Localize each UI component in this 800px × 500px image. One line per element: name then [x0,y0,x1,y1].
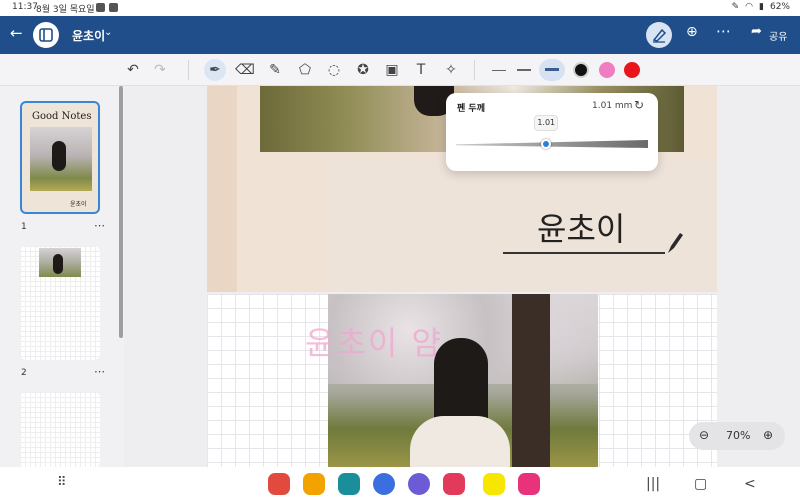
pen-width-popup: 펜 두께 1.01 mm ↻ 1.01 [446,93,658,171]
reset-icon[interactable]: ↻ [634,98,644,112]
home-icon[interactable]: ▢ [694,476,707,492]
kakaotalk-app-icon[interactable] [483,473,505,495]
gallery-app-icon[interactable] [518,473,540,495]
sticker-icon[interactable]: ✪ [352,59,374,81]
files-app-icon[interactable] [303,473,325,495]
shapes-icon[interactable]: ⬠ [294,59,316,81]
pen-mode-icon [652,28,667,43]
system-navigation-bar: ⠿ ||| ▢ < [0,467,800,500]
thumbnail-more-icon[interactable]: ⋯ [94,219,106,232]
status-right: ✎ ◠ ▮ 62% [732,2,790,12]
thumbnail-label-2: 2 [21,368,27,378]
more-icon[interactable]: ⋯ [716,22,731,40]
document-title[interactable]: 윤초이 [72,27,105,44]
image-icon[interactable]: ▣ [381,59,403,81]
thumbnail-cover-title: Good Notes [32,111,92,122]
zoom-out-icon[interactable]: ⊖ [699,428,709,442]
color-black-swatch[interactable] [573,62,589,78]
color-pink-swatch[interactable] [599,62,615,78]
pen-width-slider-track[interactable] [456,140,648,148]
pen-width-title: 펜 두께 [457,104,485,114]
laser-pointer-icon[interactable]: ✧ [440,59,462,81]
thumbnail-photo [39,248,81,277]
battery-level: 62% [769,2,790,12]
zoom-in-icon[interactable]: ⊕ [763,428,773,442]
status-bar: 11:37 8월 3일 목요일 ✎ ◠ ▮ 62% [0,0,800,16]
thumbnail-cover-sign: 윤초이 [70,201,87,208]
page-1-underline [503,252,665,254]
calendar-app-icon[interactable] [338,473,360,495]
signal-icon: ▮ [759,2,764,12]
thumbnail-more-icon[interactable]: ⋯ [94,365,106,378]
pen-icon[interactable]: ✒ [204,59,226,81]
thumbnail-page-1[interactable]: Good Notes 윤초이 [20,101,100,214]
app-notification-icon [109,3,118,12]
sidebar-toggle-button[interactable] [33,22,59,48]
pen-width-tooltip: 1.01 [534,115,559,131]
drawing-toolbar: ↶ ↷ ✒ ⌫ ✎ ⬠ ◌ ✪ ▣ T ✧ [0,54,800,86]
arrow-left-icon[interactable]: ← [10,24,23,42]
back-nav-icon[interactable]: < [744,476,756,492]
pen-width-slider-handle[interactable] [541,139,552,149]
page-2-pink-handwriting: 윤초이 얌 [305,324,443,362]
thumbnail-label-1: 1 [21,222,27,232]
add-page-icon[interactable]: ⊕ [686,24,698,40]
toolbar-divider [188,60,189,80]
thumbnail-photo [30,127,92,191]
notes-app-icon[interactable] [268,473,290,495]
zoom-control: ⊖ 70% ⊕ [689,422,785,450]
sidebar-icon [39,28,53,42]
thumbnail-person [52,141,66,171]
pen-width-value: 1.01 mm [592,101,633,111]
gallery-notification-icon [96,3,105,12]
lasso-icon[interactable]: ◌ [323,59,345,81]
pen-status-icon: ✎ [731,2,740,12]
share-icon[interactable]: ➦ [751,24,762,39]
pen-drawing-icon [668,233,683,253]
line-thin-option[interactable] [492,70,506,71]
page-1-side-band [207,86,237,292]
pen-mode-button[interactable] [646,22,672,48]
recent-apps-icon[interactable]: ||| [646,476,660,492]
color-red-swatch[interactable] [624,62,640,78]
thumbnail-page-2[interactable] [20,246,100,360]
line-thick-option[interactable] [539,59,565,81]
thumbnail-page-3[interactable] [20,392,100,468]
photo-person-shirt [410,416,510,467]
wifi-icon: ◠ [745,2,754,12]
page-1-inner-panel [325,158,717,292]
eraser-icon[interactable]: ⌫ [234,59,256,81]
chevron-down-icon[interactable]: ⌄ [104,27,112,38]
undo-icon[interactable]: ↶ [122,59,144,81]
page-1-handwritten-name: 윤초이 [537,210,626,248]
status-date: 8월 3일 목요일 [36,5,95,15]
line-medium-option[interactable] [517,69,531,71]
app-drawer-icon[interactable]: ⠿ [57,475,67,490]
thumbnail-scrollbar[interactable] [119,86,123,338]
zoom-level: 70% [726,429,751,442]
internet-app-icon[interactable] [408,473,430,495]
messages-app-icon[interactable] [373,473,395,495]
tree-trunk [512,294,550,467]
status-time: 11:37 [12,2,38,12]
redo-icon[interactable]: ↷ [149,59,171,81]
text-icon[interactable]: T [410,59,432,81]
page-2[interactable]: 윤초이 얌 [207,294,717,467]
toolbar-divider [474,60,475,80]
camera-app-icon[interactable] [443,473,465,495]
highlighter-icon[interactable]: ✎ [264,59,286,81]
share-button[interactable]: 공유 [769,28,787,43]
app-header: ← 윤초이 ⌄ ⊕ ⋯ ➦ 공유 [0,16,800,54]
thumbnail-person [53,254,63,274]
